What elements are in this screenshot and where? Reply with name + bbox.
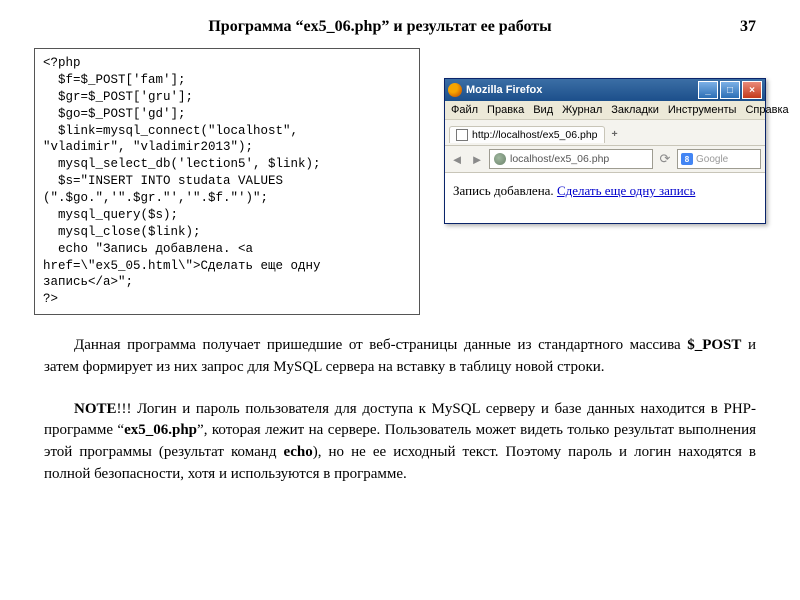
url-text: localhost/ex5_06.php: [510, 153, 609, 165]
search-placeholder: Google: [696, 154, 728, 165]
tab-bar: http://localhost/ex5_06.php +: [445, 120, 765, 146]
new-tab-button[interactable]: +: [607, 127, 623, 141]
tab-label: http://localhost/ex5_06.php: [472, 129, 598, 141]
back-button[interactable]: ◄: [449, 151, 465, 167]
google-icon: 8: [681, 153, 693, 165]
menu-help[interactable]: Справка: [745, 104, 788, 116]
menu-bookmarks[interactable]: Закладки: [611, 104, 659, 116]
top-row: <?php $f=$_POST['fam']; $gr=$_POST['gru'…: [34, 48, 766, 315]
window-titlebar[interactable]: Mozilla Firefox _ □ ×: [445, 79, 765, 101]
menu-tools[interactable]: Инструменты: [668, 104, 737, 116]
page-header: Программа “ex5_06.php” и результат ее ра…: [34, 18, 766, 36]
firefox-icon: [448, 83, 462, 97]
result-link[interactable]: Сделать еще одну запись: [557, 183, 695, 198]
page-title: Программа “ex5_06.php” и результат ее ра…: [44, 18, 716, 36]
page-icon: [456, 129, 468, 141]
paragraph-2: NOTE!!! Логин и пароль пользователя для …: [44, 399, 756, 486]
nav-toolbar: ◄ ► localhost/ex5_06.php ⟳ 8 Google: [445, 146, 765, 173]
menu-view[interactable]: Вид: [533, 104, 553, 116]
result-text: Запись добавлена.: [453, 183, 557, 198]
firefox-window: Mozilla Firefox _ □ × Файл Правка Вид Жу…: [444, 78, 766, 224]
page-number: 37: [716, 18, 756, 36]
menu-file[interactable]: Файл: [451, 104, 478, 116]
forward-button[interactable]: ►: [469, 151, 485, 167]
menu-bar: Файл Правка Вид Журнал Закладки Инструме…: [445, 101, 765, 120]
browser-tab[interactable]: http://localhost/ex5_06.php: [449, 126, 605, 143]
php-source-code: <?php $f=$_POST['fam']; $gr=$_POST['gru'…: [34, 48, 420, 315]
page-content: Запись добавлена. Сделать еще одну запис…: [445, 173, 765, 223]
close-button[interactable]: ×: [742, 81, 762, 99]
search-box[interactable]: 8 Google: [677, 149, 761, 169]
paragraph-1: Данная программа получает пришедшие от в…: [44, 335, 756, 379]
globe-icon: [494, 153, 506, 165]
reload-button[interactable]: ⟳: [657, 151, 673, 167]
window-title: Mozilla Firefox: [466, 84, 542, 96]
minimize-button[interactable]: _: [698, 81, 718, 99]
url-bar[interactable]: localhost/ex5_06.php: [489, 149, 653, 169]
maximize-button[interactable]: □: [720, 81, 740, 99]
menu-history[interactable]: Журнал: [562, 104, 602, 116]
menu-edit[interactable]: Правка: [487, 104, 524, 116]
